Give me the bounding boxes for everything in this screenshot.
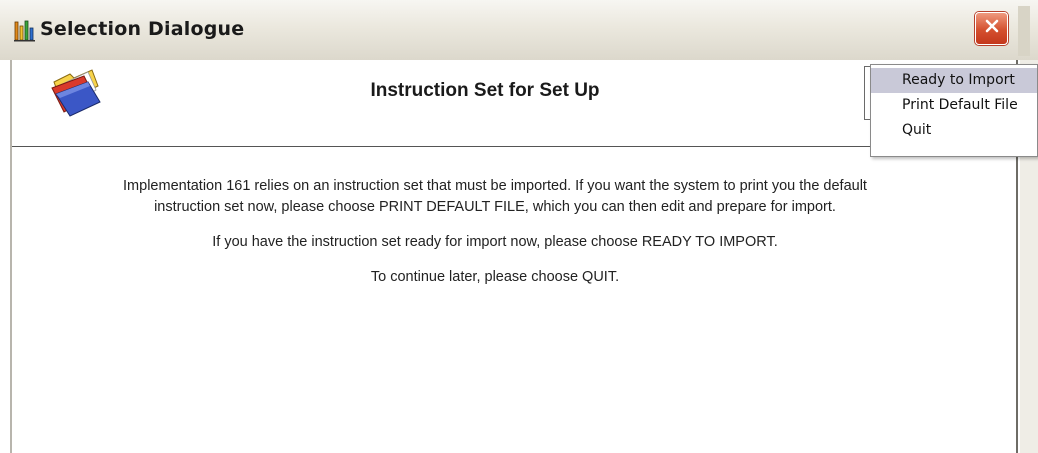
dialog-heading: Instruction Set for Set Up bbox=[370, 80, 600, 101]
open-folder-icon bbox=[48, 68, 108, 120]
menu-item-ready-to-import[interactable]: Ready to Import bbox=[871, 68, 1037, 93]
header-divider bbox=[12, 146, 870, 147]
window-title: Selection Dialogue bbox=[40, 18, 245, 40]
menu-item-print-default-file[interactable]: Print Default File bbox=[871, 93, 1037, 118]
close-x-icon bbox=[984, 18, 1000, 39]
menu-item-quit[interactable]: Quit bbox=[871, 118, 1037, 143]
app-bars-icon bbox=[14, 20, 36, 42]
instructions-paragraph-3: To continue later, please choose QUIT. bbox=[370, 269, 620, 285]
instructions-paragraph-2: If you have the instruction set ready fo… bbox=[212, 234, 778, 250]
selection-dialog-window: Selection Dialogue Instruction Set for S… bbox=[0, 0, 1038, 453]
titlebar-edge bbox=[1018, 6, 1030, 56]
title-bar[interactable]: Selection Dialogue bbox=[0, 0, 1038, 60]
instructions-paragraph-1: Implementation 161 relies on an instruct… bbox=[123, 178, 867, 215]
close-button[interactable] bbox=[975, 12, 1008, 45]
selection-popup-menu: Ready to Import Print Default File Quit bbox=[870, 64, 1038, 157]
instructions-text: Implementation 161 relies on an instruct… bbox=[100, 176, 890, 302]
